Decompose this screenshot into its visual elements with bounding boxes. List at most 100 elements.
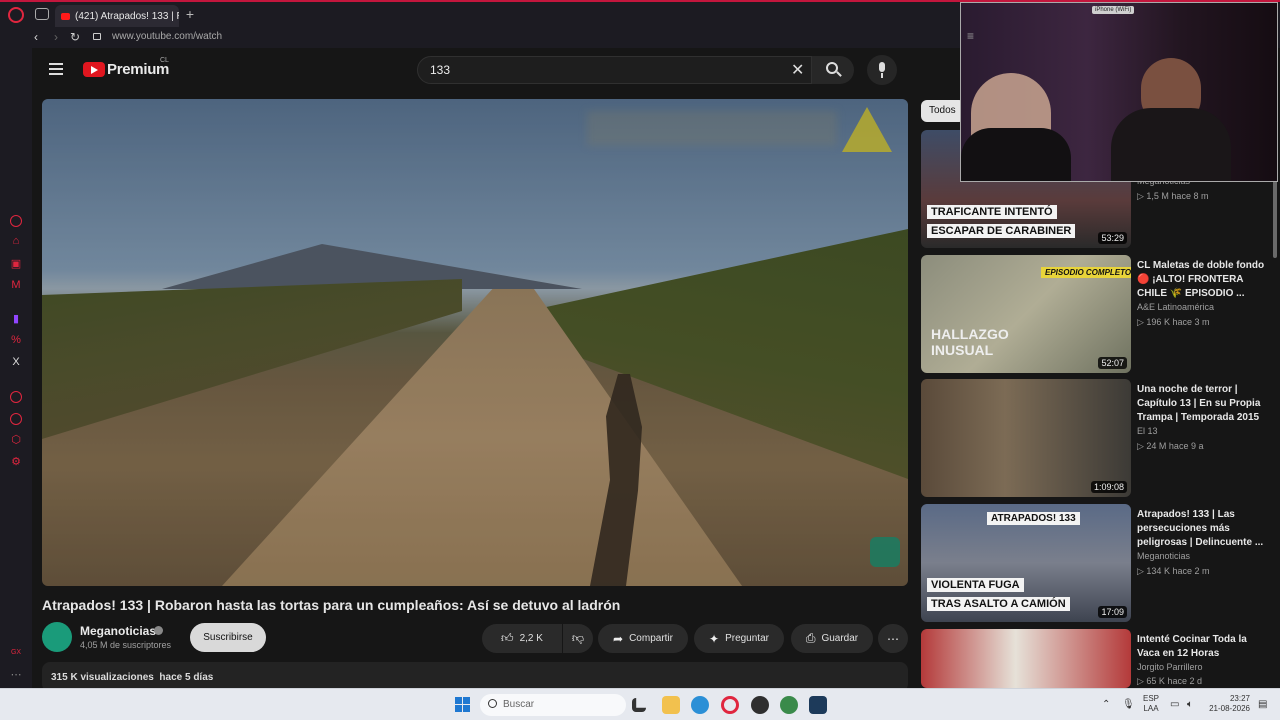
like-button[interactable]: 👍︎ 2,2 K [482,624,562,653]
channel-name[interactable]: Meganoticias [80,624,156,638]
messenger-icon[interactable]: ▣ [9,257,23,270]
duration-badge: 52:07 [1098,357,1127,369]
recommended-video[interactable]: EPISODIO COMPLETO HALLAZGO INUSUAL 52:07… [921,255,1271,375]
subscriber-count: 4,05 M de suscriptores [80,640,172,650]
video-thumbnail[interactable]: 1:09:08 [921,379,1131,497]
tab-title: (421) Atrapados! 133 | Roba [75,10,179,22]
video-title[interactable]: Intenté Cocinar Toda la Vaca en 12 Horas [1137,633,1265,661]
channel-name[interactable]: Meganoticias [1137,551,1190,561]
view-meta: 315 K visualizaciones hace 5 días [51,672,214,683]
video-stats: ▷ 134 K hace 2 m [1137,566,1210,576]
video-title: Atrapados! 133 | Robaron hasta las torta… [42,597,621,613]
back-arrow-icon[interactable]: ‹ [34,30,38,44]
search-icon [488,699,497,708]
video-stats: ▷ 196 K hace 3 m [1137,317,1210,327]
mail-icon[interactable]: M [9,279,23,291]
scrollbar[interactable] [1273,178,1277,258]
channel-name[interactable]: A&E Latinoamérica [1137,302,1214,312]
thumbs-down-icon: 👎︎ [571,631,585,645]
dislike-button[interactable]: 👎︎ [563,624,593,653]
video-thumbnail[interactable] [921,629,1131,688]
voice-search-button[interactable] [867,55,897,85]
recommended-video[interactable]: 1:09:08 Una noche de terror | Capítulo 1… [921,379,1271,499]
reload-icon[interactable]: ↻ [70,30,80,44]
recommended-video[interactable]: Intenté Cocinar Toda la Vaca en 12 Horas… [921,629,1271,688]
video-stats: ▷ 1,5 M hace 8 m [1137,191,1209,201]
more-icon[interactable]: ⋯ [9,668,23,681]
task-view-icon[interactable] [632,698,646,712]
file-explorer-icon[interactable] [662,696,680,714]
recommended-video[interactable]: ATRAPADOS! 133 VIOLENTA FUGA TRAS ASALTO… [921,504,1271,624]
description-box[interactable]: 315 K visualizaciones hace 5 días [42,662,908,688]
youtube-play-icon [83,62,105,77]
new-tab-button[interactable]: + [183,6,197,22]
player-icon[interactable] [10,391,22,403]
chrome-icon[interactable] [780,696,798,714]
youtube-favicon-icon [61,12,70,20]
channel-avatar[interactable] [42,622,72,652]
share-button[interactable]: ➦ Compartir [598,624,688,653]
ask-button[interactable]: ✦ Preguntar [694,624,784,653]
video-stats: ▷ 24 M hace 9 a [1137,441,1204,451]
obs-icon[interactable] [751,696,769,714]
video-title[interactable]: Una noche de terror | Capítulo 13 | En s… [1137,383,1265,425]
extensions-icon[interactable]: ⬡ [9,433,23,446]
hamburger-menu-icon[interactable] [49,63,63,75]
subscribe-button[interactable]: Suscribirse [190,623,266,652]
lock-icon [93,33,101,40]
app-icon[interactable] [809,696,827,714]
notification-icon[interactable]: ▤ [1258,699,1267,710]
history-icon[interactable] [10,413,22,425]
video-player[interactable] [42,99,908,586]
edge-icon[interactable] [691,696,709,714]
more-dots-icon: ⋯ [887,631,899,646]
taskbar-search-input[interactable]: Buscar [480,694,626,716]
share-icon: ➦ [613,631,624,646]
sparkle-icon: ✦ [709,631,720,646]
x-icon[interactable]: X [9,356,23,368]
search-input[interactable]: 133 [417,56,812,84]
verified-icon [154,626,163,635]
browser-sidebar: ⌂ ▣ M ▮ % X ⬡ ⚙ GX ⋯ [0,48,32,688]
url-field[interactable]: www.youtube.com/watch [112,31,222,42]
youtube-premium-logo[interactable]: Premium [83,61,169,78]
camera-source-label: iPhone (WiFi) [1092,6,1135,14]
opera-logo-icon[interactable] [8,7,24,23]
language-indicator[interactable]: ESP LAA [1143,694,1159,714]
video-thumbnail[interactable]: EPISODIO COMPLETO HALLAZGO INUSUAL 52:07 [921,255,1131,373]
network-icon[interactable]: ▭ [1170,699,1179,710]
video-thumbnail[interactable]: ATRAPADOS! 133 VIOLENTA FUGA TRAS ASALTO… [921,504,1131,622]
duration-badge: 1:09:08 [1090,481,1127,493]
channel-name[interactable]: Jorgito Parrillero [1137,662,1203,672]
mic-icon [879,62,885,72]
tabs-menu-icon[interactable] [35,8,49,20]
windows-start-icon[interactable] [455,697,471,713]
filter-chip-all[interactable]: Todos [921,100,965,122]
aria-icon[interactable] [10,215,22,227]
channel-name[interactable]: El 13 [1137,426,1158,436]
settings-icon[interactable]: ⚙ [9,455,23,468]
video-title[interactable]: Atrapados! 133 | Las persecuciones más p… [1137,508,1265,550]
duration-badge: 53:29 [1098,232,1127,244]
percent-icon[interactable]: % [9,334,23,346]
clock[interactable]: 23:27 21-08-2026 [1208,694,1250,714]
video-title[interactable]: CL Maletas de doble fondo 🔴 ¡ALTO! FRONT… [1137,259,1265,301]
forward-arrow-icon[interactable]: › [54,30,58,44]
opera-taskbar-icon[interactable] [721,696,739,714]
clear-search-icon[interactable]: ✕ [791,60,804,80]
duration-badge: 17:09 [1098,606,1127,618]
windows-taskbar: Buscar ⌃ 🎙︎ ESP LAA ▭ 🔈︎ 23:27 21-08-202… [0,688,1280,720]
chevron-up-icon[interactable]: ⌃ [1102,699,1110,710]
hamburger-menu-icon: ≡ [967,29,975,43]
search-button[interactable] [812,56,854,84]
mic-icon[interactable]: 🎙︎ [1122,699,1135,710]
more-actions-button[interactable]: ⋯ [878,624,908,653]
gx-icon[interactable]: GX [9,649,23,656]
twitch-icon[interactable]: ▮ [9,312,23,325]
volume-icon[interactable]: 🔈︎ [1187,699,1193,710]
chat-icon[interactable]: ⌂ [9,235,23,247]
active-tab[interactable]: (421) Atrapados! 133 | Roba [55,5,179,27]
thumbs-up-icon: 👍︎ [501,631,514,645]
video-stats: ▷ 65 K hace 2 d [1137,676,1202,686]
save-button[interactable]: ⎙ Guardar [791,624,873,653]
